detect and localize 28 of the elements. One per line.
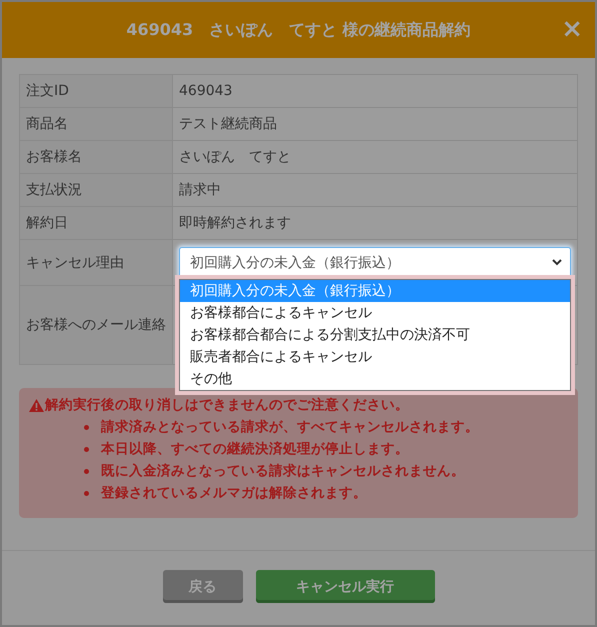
field-value: 即時解約されます — [172, 206, 578, 240]
field-label: お客様へのメール連絡 — [20, 286, 172, 364]
field-value: テスト継続商品 — [172, 108, 578, 140]
bullet-icon — [84, 490, 89, 496]
field-label: 商品名 — [20, 108, 172, 140]
warning-item: 本日以降、すべての継続決済処理が停止します。 — [101, 440, 409, 458]
field-value: 請求中 — [172, 174, 578, 206]
warning-item: 既に入金済みとなっている請求はキャンセルされません。 — [101, 462, 465, 480]
field-value: 469043 — [172, 74, 578, 108]
dialog-title: 469043 さいぽん てすと 様の継続商品解約 — [126, 20, 471, 40]
dropdown-option[interactable]: その他 — [180, 368, 570, 390]
field-label: キャンセル理由 — [20, 240, 172, 286]
warning-title: 解約実行後の取り消しはできませんのでご注意ください。 — [45, 396, 409, 414]
warning-icon — [29, 398, 44, 412]
bullet-icon — [84, 468, 89, 474]
field-label: 支払状況 — [20, 174, 172, 206]
field-label: 解約日 — [20, 206, 172, 240]
warning-item: 登録されているメルマガは解除されます。 — [101, 484, 367, 502]
field-value: さいぽん てすと — [172, 140, 578, 174]
field-label: お客様名 — [20, 140, 172, 174]
warning-item: 請求済みとなっている請求が、すべてキャンセルされます。 — [101, 418, 479, 436]
dropdown-option[interactable]: 販売者都合によるキャンセル — [180, 346, 570, 368]
chevron-down-icon — [552, 259, 562, 266]
field-label: 注文ID — [20, 74, 172, 108]
dropdown-option[interactable]: お客様都合によるキャンセル — [180, 302, 570, 324]
bullet-icon — [84, 446, 89, 452]
bullet-icon — [84, 424, 89, 430]
dropdown-option[interactable]: お客様都合都合による分割支払中の決済不可 — [180, 324, 570, 346]
